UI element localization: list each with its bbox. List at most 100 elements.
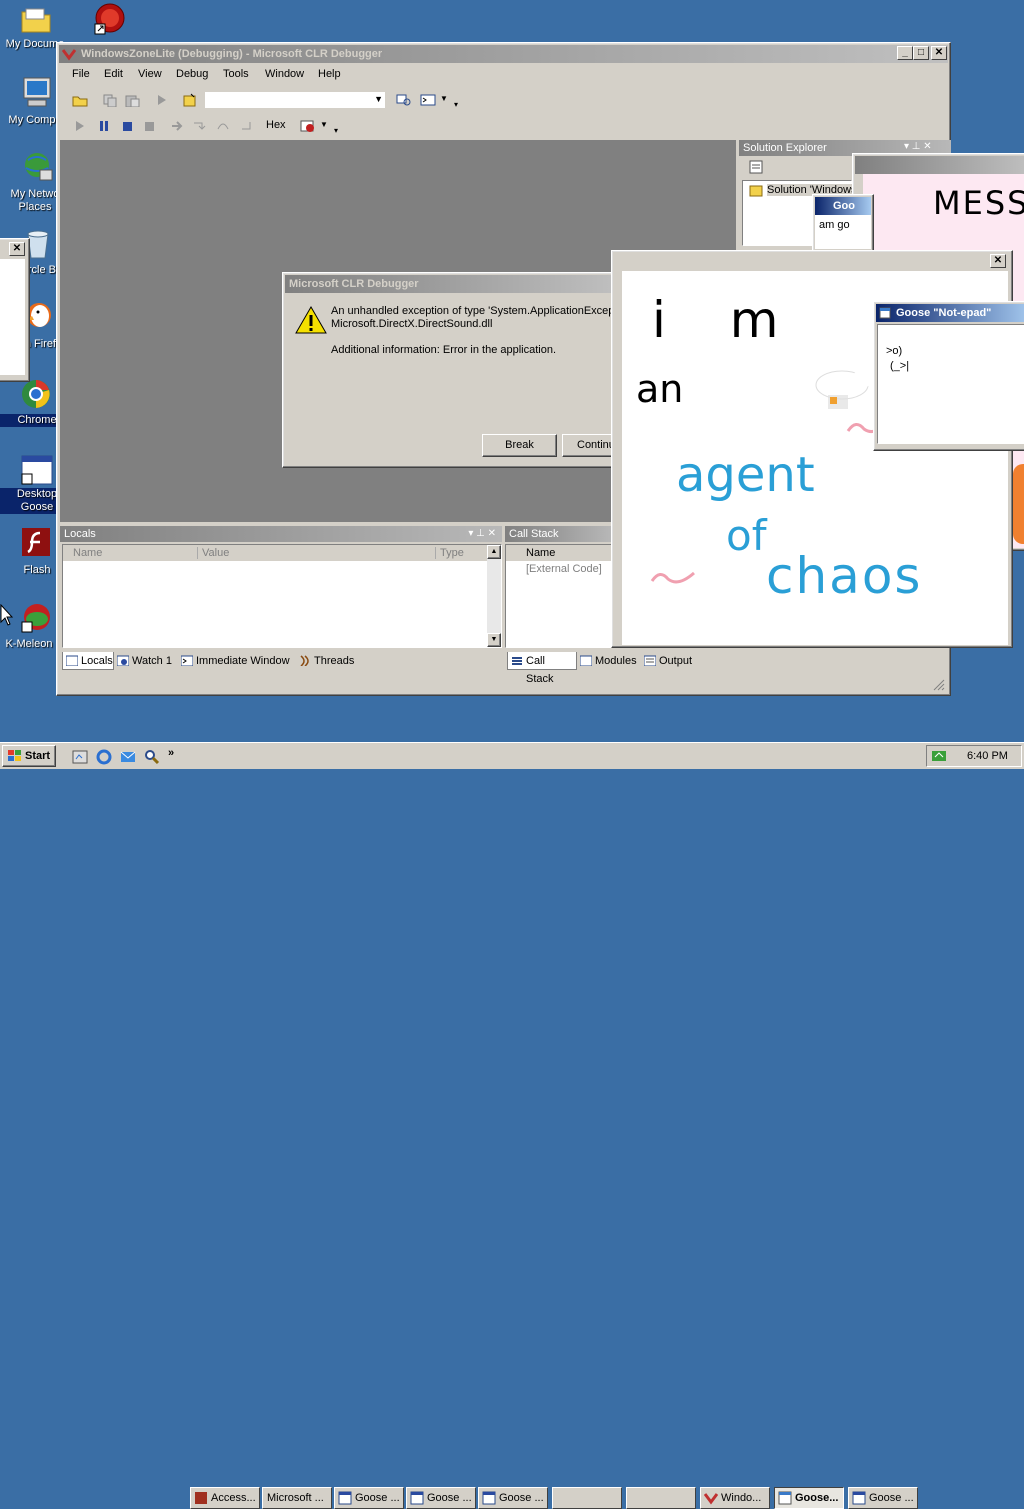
maximize-button[interactable]: □ (913, 46, 929, 60)
window-icon (410, 1491, 424, 1505)
tab-immediate-window[interactable]: Immediate Window (178, 652, 296, 670)
taskbar-button-windows[interactable]: Windo... (700, 1487, 770, 1509)
watch-icon (117, 655, 129, 666)
scroll-down-button[interactable]: ▼ (487, 633, 501, 647)
call-stack-row[interactable]: [External Code] (526, 563, 602, 575)
threads-icon (300, 655, 309, 666)
notepad-icon (879, 307, 891, 319)
tray-app-icon[interactable] (931, 749, 947, 763)
panel-titlebar[interactable]: Call Stack (505, 526, 613, 542)
properties-icon[interactable] (749, 160, 765, 174)
close-button[interactable]: ✕ (931, 46, 947, 60)
column-header-name[interactable]: Name (526, 547, 555, 559)
copy-icon[interactable] (102, 93, 118, 107)
tab-label: Call Stack (526, 655, 554, 685)
internet-explorer-icon[interactable] (96, 749, 112, 765)
restart-icon[interactable] (142, 119, 158, 133)
panel-title: Call Stack (509, 528, 559, 540)
breakpoints-icon[interactable] (300, 119, 316, 133)
toolbar-overflow-icon[interactable]: ▾ (334, 126, 338, 135)
standard-toolbar: ▼ ▼ ▾ (62, 88, 466, 112)
panel-titlebar[interactable]: Locals ▾ ⊥ ✕ (60, 526, 502, 542)
continue-icon[interactable] (72, 119, 88, 133)
panel-pin-icon[interactable]: ▾ ⊥ ✕ (468, 526, 496, 542)
close-button[interactable]: ✕ (990, 254, 1006, 268)
tab-threads[interactable]: Threads (296, 652, 356, 670)
toolbar-overflow-icon[interactable]: ▾ (454, 100, 458, 109)
menu-edit[interactable]: Edit (104, 68, 123, 80)
column-header-value[interactable]: Value (197, 547, 229, 559)
tab-watch-1[interactable]: Watch 1 (114, 652, 178, 670)
window-icon (482, 1491, 496, 1505)
menu-tools[interactable]: Tools (223, 68, 249, 80)
stop-icon[interactable] (120, 119, 136, 133)
paste-icon[interactable] (124, 93, 140, 107)
menu-debug[interactable]: Debug (176, 68, 208, 80)
taskbar-button-label: Goose ... (355, 1492, 400, 1504)
quick-launch-more[interactable]: » (168, 747, 174, 759)
search-icon[interactable] (144, 749, 160, 765)
column-header-type[interactable]: Type (435, 547, 464, 559)
desktop-icon-record[interactable] (92, 2, 132, 38)
tab-modules[interactable]: Modules (577, 652, 639, 670)
menu-help[interactable]: Help (318, 68, 341, 80)
column-header-name[interactable]: Name (73, 547, 102, 559)
solution-icon (749, 185, 763, 197)
tab-label: Modules (595, 655, 637, 667)
step-out-icon[interactable] (240, 119, 256, 133)
find-icon[interactable] (396, 93, 412, 107)
hex-display-toggle[interactable]: Hex (266, 119, 286, 131)
solution-config-dropdown[interactable]: ▼ (204, 91, 386, 109)
locals-icon (66, 655, 78, 666)
notepad-line-1: >o) (886, 345, 903, 357)
command-window-icon[interactable] (420, 93, 436, 107)
menu-file[interactable]: File (72, 68, 90, 80)
taskbar-button-blank-2[interactable] (626, 1487, 696, 1509)
show-desktop-icon[interactable] (72, 749, 88, 765)
taskbar-button-goose-2[interactable]: Goose ... (406, 1487, 476, 1509)
resize-grip-icon[interactable] (932, 678, 946, 692)
step-over-icon[interactable] (216, 119, 232, 133)
tab-locals[interactable]: Locals (62, 652, 114, 670)
record-button-icon (94, 3, 125, 35)
minimize-button[interactable]: _ (897, 46, 913, 60)
app-title: WindowsZoneLite (Debugging) - Microsoft … (81, 48, 383, 60)
taskbar-button-access[interactable]: Access... (190, 1487, 260, 1509)
taskbar-button-microsoft[interactable]: Microsoft ... (262, 1487, 332, 1509)
taskbar-button-goose-4[interactable]: Goose ... (848, 1487, 918, 1509)
taskbar-button-goose-active[interactable]: Goose... (774, 1487, 844, 1509)
new-project-icon[interactable] (182, 93, 198, 107)
drawing-text-line-2: an (636, 367, 684, 411)
dialog-titlebar[interactable]: Microsoft CLR Debugger (285, 275, 621, 293)
show-next-statement-icon[interactable] (170, 119, 186, 133)
tab-output[interactable]: Output (641, 652, 699, 670)
outlook-express-icon[interactable] (120, 749, 136, 765)
chevron-down-icon[interactable]: ▼ (320, 120, 328, 129)
pause-icon[interactable] (96, 119, 112, 133)
menu-window[interactable]: Window (265, 68, 304, 80)
window-titlebar[interactable] (614, 253, 1010, 271)
window-titlebar[interactable]: WindowsZoneLite (Debugging) - Microsoft … (59, 45, 948, 63)
window-titlebar[interactable]: Goose "Not-epad" (876, 304, 1024, 322)
window-titlebar[interactable]: Goo (815, 197, 871, 215)
taskbar-button-goose-1[interactable]: Goose ... (334, 1487, 404, 1509)
window-titlebar[interactable] (855, 156, 1024, 174)
close-icon[interactable]: ✕ (9, 242, 25, 256)
clock[interactable]: 6:40 PM (967, 750, 1008, 762)
break-button[interactable]: Break (482, 434, 557, 457)
scroll-up-button[interactable]: ▲ (487, 545, 501, 559)
tab-call-stack[interactable]: Call Stack (507, 652, 577, 685)
start-button[interactable]: Start (2, 745, 56, 767)
taskbar-button-goose-3[interactable]: Goose ... (478, 1487, 548, 1509)
call-stack-panel: Call Stack Name [External Code] (505, 526, 614, 650)
taskbar-button-blank-1[interactable] (552, 1487, 622, 1509)
panel-pin-icon[interactable]: ▾ ⊥ ✕ (904, 141, 932, 152)
menu-view[interactable]: View (138, 68, 162, 80)
open-folder-icon[interactable] (72, 93, 88, 107)
start-debug-icon[interactable] (154, 93, 170, 107)
notepad-text-area[interactable]: >o) (_>| (877, 324, 1024, 444)
taskbar-button-label: Access... (211, 1492, 256, 1504)
step-into-icon[interactable] (192, 119, 208, 133)
vertical-scrollbar[interactable]: ▲ ▼ (487, 545, 501, 647)
chevron-down-icon[interactable]: ▼ (440, 94, 448, 103)
